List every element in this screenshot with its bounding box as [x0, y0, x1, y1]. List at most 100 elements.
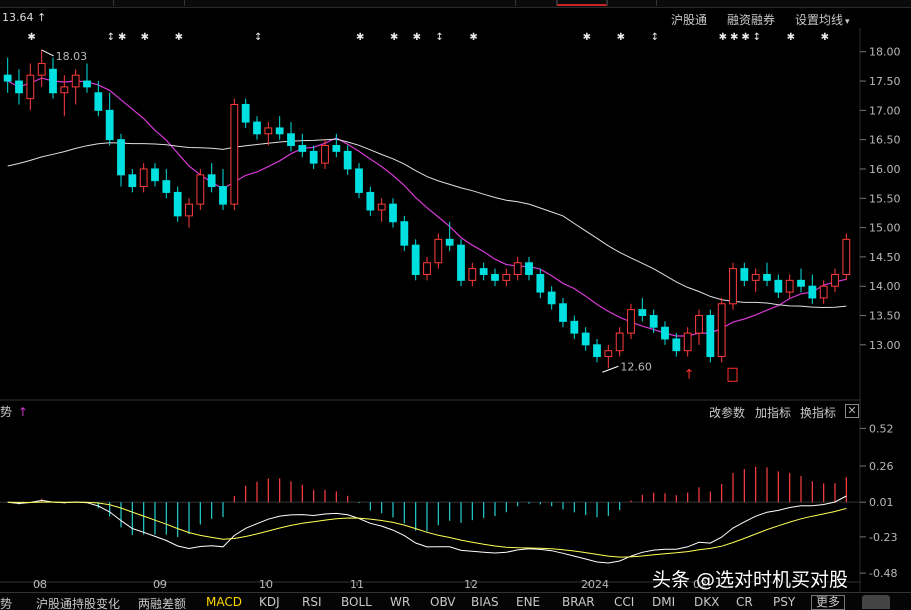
candle-body — [332, 145, 341, 152]
low-pointer — [602, 365, 619, 373]
edit-params-button[interactable]: 改参数 — [709, 404, 745, 421]
event-marker: ↕ — [753, 32, 761, 43]
event-marker: ✱ — [27, 32, 35, 43]
candle-body — [49, 68, 57, 94]
candle-body — [71, 74, 80, 88]
tab-趋势[interactable]: 趋势 — [0, 595, 12, 610]
candle-body — [185, 203, 193, 217]
top-strip-cell-active[interactable] — [557, 0, 607, 6]
margin-trading-link[interactable]: 融资融券 — [727, 11, 775, 28]
candle-body — [740, 268, 749, 281]
event-marker: ✱ — [356, 32, 364, 43]
candle-body — [423, 262, 431, 275]
candle-body — [445, 238, 454, 246]
candle-body — [649, 315, 658, 328]
candle-body — [128, 174, 137, 188]
candle-body — [831, 273, 839, 287]
chevron-down-icon: ▾ — [845, 17, 850, 27]
tab-wr[interactable]: WR — [390, 595, 410, 609]
shanghai-connect-link[interactable]: 沪股通 — [671, 11, 707, 28]
event-marker: ✱ — [413, 32, 421, 43]
tab-kdj[interactable]: KDJ — [259, 595, 280, 609]
ma30-line — [7, 138, 847, 309]
corner-tab[interactable] — [862, 595, 890, 609]
candle-body — [377, 203, 386, 211]
candle-body — [3, 74, 12, 82]
candle-body — [661, 326, 669, 340]
time-axis: 08 09 10 11 12 2024 02 — [33, 578, 707, 591]
more-tabs-button[interactable]: 更多 — [811, 595, 846, 610]
tab-两融差额[interactable]: 两融差额 — [138, 595, 186, 610]
macd-tick-label: -0.23 — [869, 531, 897, 544]
candle-body — [105, 109, 114, 141]
tab-dmi[interactable]: DMI — [652, 595, 675, 609]
tab-macd[interactable]: MACD — [206, 595, 242, 609]
high-label: 18.03 — [56, 50, 88, 63]
candle-body — [230, 103, 239, 205]
candle-body — [434, 238, 443, 264]
moving-averages — [7, 77, 847, 337]
tab-cci[interactable]: CCI — [614, 595, 634, 609]
tab-沪股通持股变化[interactable]: 沪股通持股变化 — [36, 595, 120, 610]
time-tick-label: 08 — [33, 578, 47, 591]
tab-ene[interactable]: ENE — [516, 595, 540, 609]
event-marker: ✱ — [787, 32, 795, 43]
event-marker: ↕ — [435, 32, 443, 43]
candle-body — [570, 320, 579, 334]
candle-body — [457, 244, 465, 281]
event-marker: ↕ — [651, 32, 659, 43]
signal-box-icon — [727, 367, 738, 382]
tab-brar[interactable]: BRAR — [562, 595, 595, 609]
top-strip-cell[interactable] — [113, 0, 185, 6]
tab-cr[interactable]: CR — [736, 595, 753, 609]
macd-tick-label: -0.48 — [869, 567, 897, 580]
candle-body — [842, 238, 851, 275]
candle-body — [321, 145, 329, 164]
low-label: 12.60 — [620, 360, 652, 373]
candle-body — [207, 174, 216, 188]
candle-body — [389, 203, 397, 223]
top-strip — [0, 0, 911, 8]
event-marker: ✱ — [730, 32, 738, 43]
tab-obv[interactable]: OBV — [430, 595, 456, 609]
macd-panel — [0, 466, 860, 564]
candle-body — [593, 344, 601, 358]
macd-tick-label: 0.52 — [869, 422, 894, 435]
candle-body — [751, 273, 760, 281]
candle-body — [139, 168, 148, 188]
candle-body — [491, 273, 499, 281]
tab-psy[interactable]: PSY — [773, 595, 795, 609]
tab-bias[interactable]: BIAS — [471, 595, 499, 609]
price-tick-label: 18.00 — [869, 46, 901, 59]
price-chart[interactable]: ✱ ↕ ✱ ✱ ✱ ↕ ✱ ✱ ✱ ↕ ✱ ✱ ✱ ↕ ✱ ✱ ✱ ↕ ✱ ✱ 18.0312.60↑ 18.0017… — [0, 28, 911, 592]
event-marker: ✱ — [141, 32, 149, 43]
event-markers: ✱ ↕ ✱ ✱ ✱ ↕ ✱ ✱ ✱ ↕ ✱ ✱ ✱ ↕ ✱ ✱ ✱ ↕ ✱ ✱ — [27, 32, 829, 43]
price-value: 13.64 — [2, 11, 34, 24]
candle-body — [479, 268, 488, 275]
candle-body — [173, 191, 182, 217]
top-strip-cell[interactable] — [607, 0, 657, 6]
close-icon[interactable]: ✕ — [845, 404, 859, 418]
add-indicator-button[interactable]: 加指标 — [755, 404, 791, 421]
candle-body — [581, 332, 590, 346]
tab-rsi[interactable]: RSI — [302, 595, 322, 609]
candle-body — [117, 139, 125, 176]
sub-panel-title: 势 ↑ — [0, 403, 28, 420]
candle-body — [400, 221, 409, 246]
tab-boll[interactable]: BOLL — [341, 595, 372, 609]
candle-body — [797, 279, 805, 287]
ma-settings-link[interactable]: 设置均线 ▾ — [795, 11, 850, 28]
tab-dkx[interactable]: DKX — [694, 595, 719, 609]
price-tick-label: 15.00 — [869, 222, 901, 235]
chart-grid — [0, 28, 861, 592]
candle-body — [15, 80, 23, 94]
candle-body — [604, 350, 613, 358]
price-tick-label: 13.00 — [869, 339, 901, 352]
candle-body — [502, 273, 511, 281]
top-strip-cell[interactable] — [515, 0, 557, 6]
buy-signal-icon: ↑ — [684, 367, 695, 382]
up-arrow-icon: ↑ — [37, 11, 47, 24]
sub-panel-label: 势 — [0, 405, 13, 419]
switch-indicator-button[interactable]: 换指标 — [800, 404, 836, 421]
candle-body — [638, 309, 647, 317]
